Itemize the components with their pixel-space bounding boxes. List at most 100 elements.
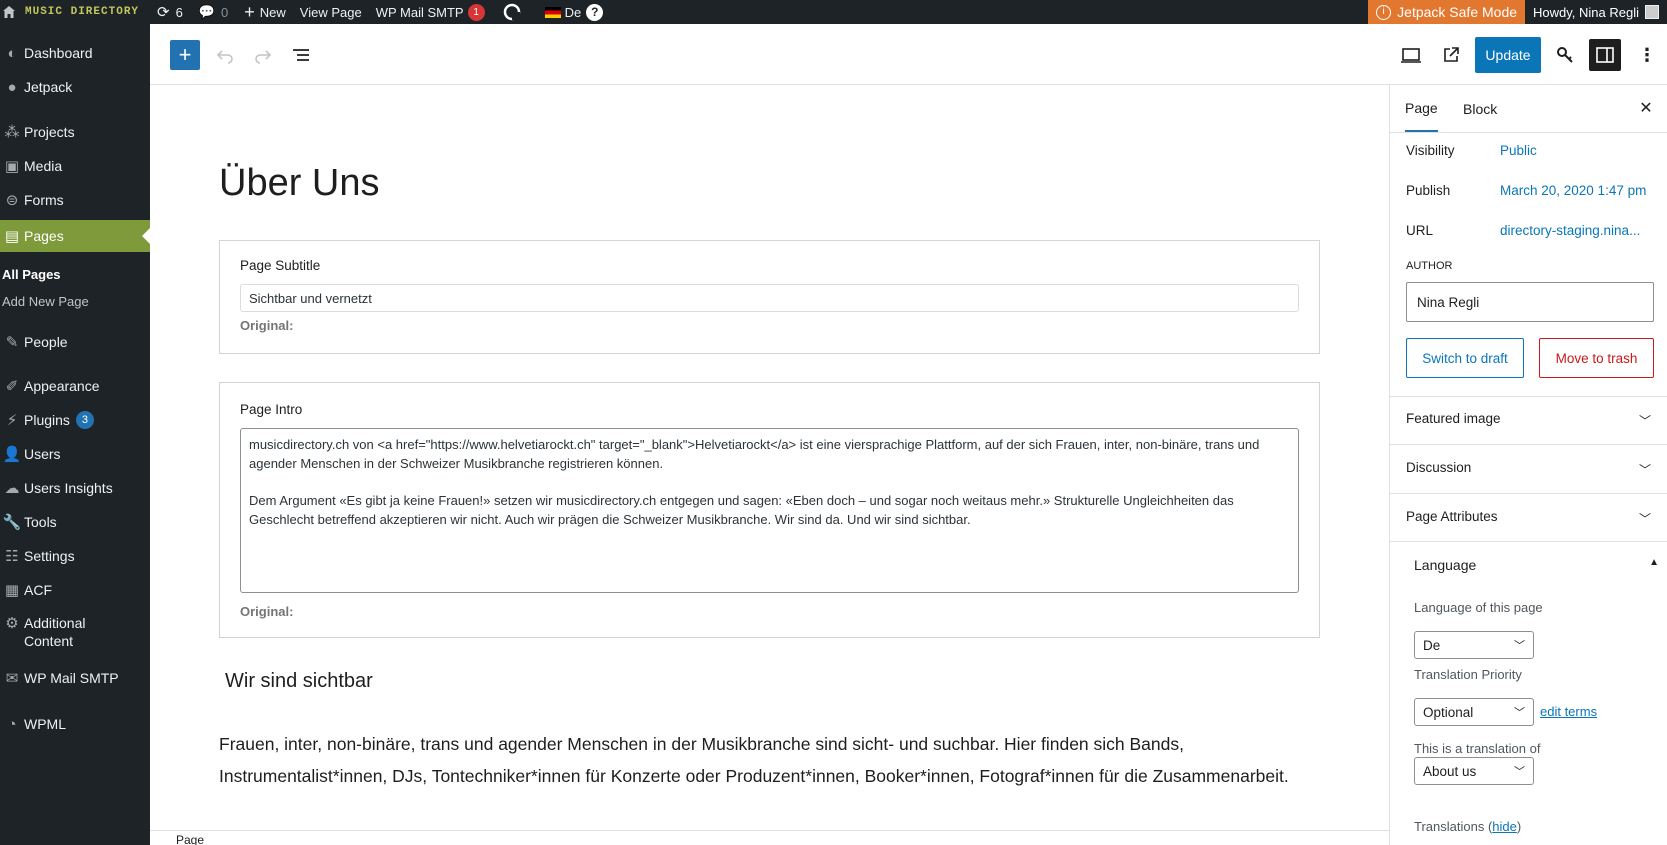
desktop-icon	[1401, 48, 1421, 63]
new-label: New	[259, 4, 286, 20]
url-toggle[interactable]: directory-staging.nina...	[1500, 223, 1640, 238]
menu-additional-content[interactable]: ⚙ Additional Content	[0, 614, 150, 654]
jetpack-button[interactable]	[1550, 40, 1580, 70]
menu-label: Settings	[24, 548, 75, 564]
heading-block[interactable]: Wir sind sichtbar	[225, 670, 373, 693]
chevron-down-icon: ﹀	[1514, 766, 1525, 778]
language-title[interactable]: Language	[1414, 557, 1476, 573]
menu-dashboard[interactable]: ◐ Dashboard	[0, 37, 150, 69]
menu-label: Plugins	[24, 412, 70, 428]
menu-wpml[interactable]: ◔ WPML	[0, 708, 150, 740]
subtitle-input[interactable]: Sichtbar und vernetzt	[240, 284, 1299, 312]
translation-of-label: This is a translation of	[1414, 741, 1541, 756]
close-panel-button[interactable]: ✕	[1633, 95, 1659, 121]
intro-paragraph-2: Dem Argument «Es gibt ja keine Frauen!» …	[249, 493, 1234, 527]
options-button[interactable]: ⋮	[1632, 40, 1662, 70]
redo-button[interactable]	[248, 40, 278, 70]
site-name-link[interactable]: MUSIC DIRECTORY	[20, 0, 144, 24]
tab-page[interactable]: Page	[1405, 85, 1438, 132]
translations-close: )	[1516, 819, 1522, 834]
menu-acf[interactable]: ▦ ACF	[0, 574, 150, 606]
language-select-value: De	[1423, 637, 1441, 653]
submenu-add-new-page[interactable]: Add New Page	[2, 294, 89, 309]
comments-link[interactable]: 💬 0	[194, 0, 233, 24]
menu-users[interactable]: 👤 Users	[0, 438, 150, 470]
intro-textarea[interactable]: musicdirectory.ch von <a href="https://w…	[240, 428, 1299, 593]
preview-button[interactable]	[1396, 40, 1426, 70]
close-icon: ✕	[1639, 100, 1653, 117]
view-page-button[interactable]	[1436, 40, 1466, 70]
url-label: URL	[1406, 223, 1434, 238]
menu-plugins[interactable]: ⚡ Plugins 3	[0, 404, 150, 436]
updates-icon: ⟳	[157, 4, 170, 21]
translation-of-value: About us	[1423, 763, 1477, 779]
jetpack-safe-mode[interactable]: i Jetpack Safe Mode	[1368, 0, 1526, 24]
menu-projects[interactable]: ⁂ Projects	[0, 116, 150, 148]
visibility-toggle[interactable]: Public	[1500, 143, 1537, 158]
tab-block[interactable]: Block	[1463, 85, 1497, 132]
page-title[interactable]: Über Uns	[219, 162, 380, 205]
updates-link[interactable]: ⟳ 6	[152, 0, 188, 24]
safe-mode-label: Jetpack Safe Mode	[1397, 4, 1518, 20]
help-icon[interactable]: ?	[586, 0, 604, 24]
language-switcher[interactable]: De	[540, 0, 587, 24]
menu-forms[interactable]: ⊜ Forms	[0, 184, 150, 216]
menu-media[interactable]: ▣ Media	[0, 150, 150, 182]
acf-icon: ▦	[4, 582, 20, 599]
jetpack-icon: ●	[7, 78, 17, 96]
breadcrumb-page[interactable]: Page	[176, 833, 204, 845]
menu-label: Forms	[24, 192, 64, 208]
view-page-link[interactable]: View Page	[295, 0, 367, 24]
submenu-all-pages[interactable]: All Pages	[2, 267, 61, 282]
users-icon: 👤	[2, 446, 22, 463]
publish-label: Publish	[1406, 183, 1451, 198]
wpml-icon[interactable]	[498, 0, 526, 24]
sidebar-toggle-icon	[1596, 47, 1614, 63]
new-content-link[interactable]: + New	[239, 0, 291, 24]
language-label: De	[564, 4, 582, 20]
forms-icon: ⊜	[5, 192, 19, 209]
settings-panel: Page Block ✕ Visibility Public Publish M…	[1389, 85, 1667, 845]
intro-paragraph-1: musicdirectory.ch von <a href="https://w…	[249, 437, 1260, 471]
edit-terms-link[interactable]: edit terms	[1540, 704, 1597, 719]
menu-tools[interactable]: 🔧 Tools	[0, 506, 150, 538]
block-inserter-button[interactable]: +	[170, 40, 200, 70]
menu-appearance[interactable]: ✐ Appearance	[0, 370, 150, 402]
original-label: Original:	[240, 604, 294, 619]
chevron-down-icon: ﹀	[1638, 512, 1651, 526]
dashboard-icon: ◐	[7, 44, 17, 62]
language-select[interactable]: De ﹀	[1414, 631, 1534, 659]
menu-users-insights[interactable]: ☁ Users Insights	[0, 472, 150, 504]
plugins-update-badge: 3	[75, 411, 94, 429]
translation-priority-select[interactable]: Optional ﹀	[1414, 698, 1534, 726]
settings-sidebar-button[interactable]	[1589, 39, 1621, 71]
translation-of-select[interactable]: About us ﹀	[1414, 757, 1534, 785]
menu-jetpack[interactable]: ● Jetpack	[0, 71, 150, 103]
menu-pages[interactable]: ▤ Pages	[0, 220, 150, 252]
menu-wp-mail-smtp[interactable]: ✉ WP Mail SMTP	[0, 662, 150, 694]
menu-label: Projects	[24, 124, 75, 140]
account-menu[interactable]: Howdy, Nina Regli	[1525, 5, 1667, 20]
list-view-icon	[293, 49, 309, 61]
avatar	[1645, 5, 1659, 19]
triangle-up-icon[interactable]: ▲	[1649, 557, 1659, 568]
document-overview-button[interactable]	[286, 40, 316, 70]
wp-mail-smtp-label: WP Mail SMTP	[375, 4, 464, 20]
undo-icon	[216, 50, 233, 64]
divider	[1390, 541, 1667, 542]
move-to-trash-button[interactable]: Move to trash	[1539, 338, 1654, 378]
update-button[interactable]: Update	[1475, 37, 1541, 73]
publish-date-toggle[interactable]: March 20, 2020 1:47 pm	[1500, 183, 1646, 198]
author-select[interactable]: Nina Regli	[1406, 282, 1654, 322]
wp-mail-smtp-link[interactable]: WP Mail SMTP 1	[371, 0, 490, 24]
original-label: Original:	[240, 318, 294, 333]
chevron-down-icon: ﹀	[1638, 463, 1651, 477]
wp-mail-smtp-badge: 1	[467, 3, 485, 21]
menu-settings[interactable]: ☷ Settings	[0, 540, 150, 572]
switch-to-draft-button[interactable]: Switch to draft	[1406, 338, 1524, 378]
paragraph-block[interactable]: Frauen, inter, non-binäre, trans und age…	[219, 728, 1339, 792]
wp-home-icon[interactable]	[0, 0, 20, 24]
menu-people[interactable]: ✎ People	[0, 326, 150, 358]
undo-button[interactable]	[210, 40, 240, 70]
hide-translations-link[interactable]: hide	[1492, 819, 1517, 834]
